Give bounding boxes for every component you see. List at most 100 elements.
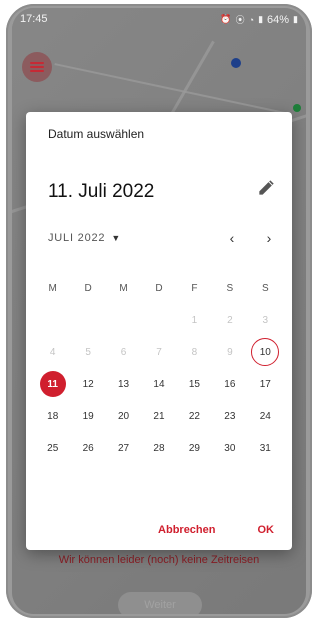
calendar-day[interactable]: 15 (177, 368, 212, 400)
calendar-day-number: 31 (259, 442, 271, 454)
calendar-day-number: 6 (120, 346, 127, 358)
calendar-day-number: 14 (153, 378, 165, 390)
calendar-weeks: 1 2 3 4 5 6 7 8 9 10 11 12 13 14 15 16 17 18 19 20 21 22 23 24 2… (35, 304, 283, 464)
calendar-day-number: 7 (156, 346, 162, 358)
map-road (54, 63, 290, 115)
calendar-day: 8 (177, 336, 212, 368)
calendar-day-number: 23 (224, 410, 236, 422)
calendar-week-row: 18 19 20 21 22 23 24 (35, 400, 283, 432)
current-location-marker (231, 58, 241, 68)
calendar-day[interactable]: 14 (141, 368, 176, 400)
calendar-day-number: 10 (251, 338, 280, 366)
weekday-label: D (155, 282, 163, 294)
ok-button[interactable]: OK (258, 524, 275, 536)
calendar-day[interactable]: 21 (141, 400, 176, 432)
map-marker (293, 104, 301, 112)
calendar-empty-cell (35, 304, 70, 336)
battery-icon: ▮ (293, 14, 298, 24)
calendar-day[interactable]: 17 (248, 368, 283, 400)
calendar-empty-cell (70, 304, 105, 336)
calendar-day[interactable]: 28 (141, 432, 176, 464)
calendar-day-today[interactable]: 10 (248, 336, 283, 368)
calendar-day: 7 (141, 336, 176, 368)
calendar-day-number: 30 (224, 442, 236, 454)
next-month-chevron-icon[interactable]: › (262, 230, 276, 246)
calendar-day: 5 (70, 336, 105, 368)
cancel-button[interactable]: Abbrechen (158, 524, 215, 536)
calendar-day[interactable]: 27 (106, 432, 141, 464)
dialog-subtitle: Datum auswählen (48, 127, 145, 141)
calendar-day-number: 11 (39, 371, 66, 397)
calendar-day-number: 16 (224, 378, 236, 390)
calendar-day[interactable]: 19 (70, 400, 105, 432)
calendar-day: 2 (212, 304, 247, 336)
dialog-actions: Abbrechen OK (158, 524, 274, 536)
calendar-day-number: 24 (259, 410, 271, 422)
calendar-day-number: 9 (227, 346, 233, 358)
weekday-label: M (48, 282, 57, 294)
battery-percent: 64% (267, 13, 290, 26)
calendar-day[interactable]: 31 (248, 432, 283, 464)
calendar-day-number: 27 (118, 442, 130, 454)
calendar-day-number: 17 (259, 378, 271, 390)
hamburger-icon (30, 62, 44, 72)
weekday-label: M (119, 282, 128, 294)
wifi-icon: ◔ (248, 14, 255, 25)
menu-button[interactable] (22, 52, 52, 82)
calendar-day[interactable]: 20 (106, 400, 141, 432)
calendar-day-number: 12 (82, 378, 94, 390)
status-bar: 17:45 ⏰ ⦿ ◔ ▮ 64% ▮ (12, 8, 306, 30)
calendar-day-selected[interactable]: 11 (35, 368, 70, 400)
dropdown-caret-icon: ▼ (111, 233, 122, 243)
calendar-day[interactable]: 26 (70, 432, 105, 464)
phone-frame: 17:45 ⏰ ⦿ ◔ ▮ 64% ▮ Wir können leider (n… (0, 0, 318, 622)
calendar-day-number: 18 (47, 410, 59, 422)
calendar-day-number: 3 (262, 314, 269, 326)
status-icons: ⏰ ⦿ ◔ ▮ 64% ▮ (220, 13, 298, 26)
calendar-day[interactable]: 12 (70, 368, 105, 400)
calendar-day[interactable]: 22 (177, 400, 212, 432)
calendar-day[interactable]: 18 (35, 400, 70, 432)
calendar-week-row: 1 2 3 (35, 304, 283, 336)
calendar-week-row: 4 5 6 7 8 9 10 (35, 336, 283, 368)
calendar-empty-cell (141, 304, 176, 336)
month-year-label: JULI 2022 (48, 232, 106, 244)
calendar-day-number: 1 (191, 314, 198, 326)
continue-button[interactable]: Weiter (118, 592, 202, 614)
calendar-day-number: 25 (47, 442, 59, 454)
calendar-day-number: 29 (188, 442, 200, 454)
calendar-day-number: 26 (82, 442, 94, 454)
calendar-day: 1 (177, 304, 212, 336)
month-year-selector[interactable]: JULI 2022 ▼ (48, 232, 121, 244)
calendar-day-number: 20 (118, 410, 130, 422)
calendar-day[interactable]: 16 (212, 368, 247, 400)
calendar-day[interactable]: 24 (248, 400, 283, 432)
calendar-week-row: 11 12 13 14 15 16 17 (35, 368, 283, 400)
calendar-day: 6 (106, 336, 141, 368)
calendar-day: 4 (35, 336, 70, 368)
calendar-day-number: 28 (153, 442, 165, 454)
signal-icon: ▮ (258, 14, 264, 24)
calendar-day[interactable]: 29 (177, 432, 212, 464)
calendar-day[interactable]: 30 (212, 432, 247, 464)
status-time: 17:45 (20, 13, 48, 25)
calendar-day[interactable]: 25 (35, 432, 70, 464)
weekday-label: F (191, 282, 198, 294)
calendar-day-number: 22 (188, 410, 200, 422)
weekday-label: S (226, 282, 234, 294)
calendar-day-number: 21 (153, 410, 165, 422)
calendar-week-row: 25 26 27 28 29 30 31 (35, 432, 283, 464)
calendar-day-number: 5 (85, 346, 91, 358)
date-picker-dialog: Datum auswählen 11. Juli 2022 JULI 2022 … (26, 112, 292, 550)
screen: 17:45 ⏰ ⦿ ◔ ▮ 64% ▮ Wir können leider (n… (12, 8, 306, 614)
calendar-day-number: 8 (191, 346, 198, 358)
previous-month-chevron-icon[interactable]: ‹ (225, 230, 239, 246)
calendar-day[interactable]: 23 (212, 400, 247, 432)
calendar-day-number: 15 (188, 378, 200, 390)
edit-pencil-icon[interactable] (256, 178, 276, 198)
time-travel-message: Wir können leider (noch) keine Zeitreise… (58, 554, 260, 566)
calendar-day[interactable]: 13 (106, 368, 141, 400)
calendar-day-number: 19 (82, 410, 94, 422)
selected-date-heading: 11. Juli 2022 (48, 181, 155, 202)
calendar-empty-cell (106, 304, 141, 336)
